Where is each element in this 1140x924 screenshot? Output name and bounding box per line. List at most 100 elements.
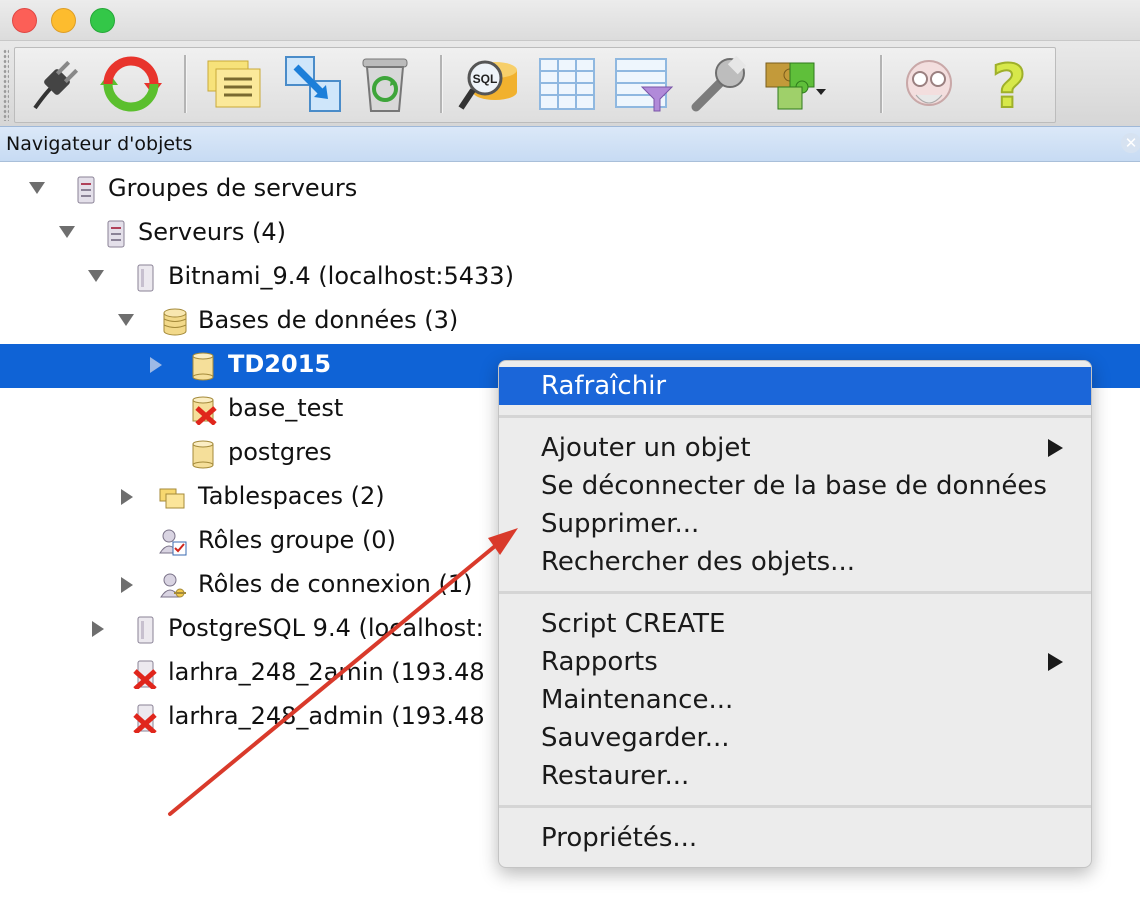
menu-separator xyxy=(499,591,1091,594)
menu-item-label: Sauvegarder... xyxy=(541,723,730,753)
collapse-arrow-icon[interactable] xyxy=(121,489,133,505)
server-disconnected-icon xyxy=(133,704,157,733)
menu-separator xyxy=(499,415,1091,418)
tree-item-label: Serveurs (4) xyxy=(138,218,287,246)
database-disconnected-icon xyxy=(192,396,217,425)
submenu-arrow-icon xyxy=(1048,653,1063,671)
properties-button[interactable] xyxy=(202,51,268,117)
minimize-window-button[interactable] xyxy=(51,8,76,33)
tree-item-label: postgres xyxy=(228,438,332,466)
help-icon: ? xyxy=(991,53,1028,115)
collapse-arrow-icon[interactable] xyxy=(150,357,162,373)
database-icon xyxy=(192,440,214,469)
toolbar: SQL ? xyxy=(0,40,1140,127)
tree-item-label: Rôles groupe (0) xyxy=(198,526,396,554)
collapse-arrow-icon[interactable] xyxy=(92,621,104,637)
menu-item-maintenance[interactable]: Maintenance... xyxy=(499,681,1091,719)
tree-item-label: base_test xyxy=(228,394,344,422)
menu-item-label: Script CREATE xyxy=(541,609,726,639)
refresh-button[interactable] xyxy=(98,51,164,117)
close-window-button[interactable] xyxy=(12,8,37,33)
tree-item-label: Bases de données (3) xyxy=(198,306,459,334)
connect-button[interactable] xyxy=(24,51,90,117)
plugins-icon xyxy=(765,62,826,110)
help-glyph: ? xyxy=(992,53,1027,115)
tree-item-label: Bitnami_9.4 (localhost:5433) xyxy=(168,262,514,290)
menu-item-label: Maintenance... xyxy=(541,685,734,715)
tablespaces-icon xyxy=(159,488,185,509)
toolbar-separator xyxy=(440,55,443,113)
tree-item-servers[interactable]: Serveurs (4) xyxy=(0,212,1140,256)
plugins-button[interactable] xyxy=(760,51,826,117)
menu-item-disconnect-database[interactable]: Se déconnecter de la base de données xyxy=(499,467,1091,505)
sql-icon-text: SQL xyxy=(473,72,498,86)
tips-icon xyxy=(906,60,952,106)
maintenance-icon xyxy=(691,55,747,112)
menu-item-restore[interactable]: Restaurer... xyxy=(499,757,1091,795)
expand-arrow-icon[interactable] xyxy=(29,182,45,194)
filtered-data-button[interactable] xyxy=(610,51,676,117)
toolbar-separator xyxy=(880,55,883,113)
server-group-icon xyxy=(107,220,125,248)
tree-item-label: Tablespaces (2) xyxy=(198,482,385,510)
sql-query-button[interactable]: SQL xyxy=(456,51,522,117)
tips-button[interactable] xyxy=(896,51,962,117)
menu-item-refresh[interactable]: Rafraîchir xyxy=(499,367,1091,405)
delete-button[interactable] xyxy=(352,51,418,117)
zoom-window-button[interactable] xyxy=(90,8,115,33)
view-data-button[interactable] xyxy=(534,51,600,117)
group-roles-icon xyxy=(159,529,187,556)
expand-arrow-icon[interactable] xyxy=(118,314,134,326)
tree-item-label: Groupes de serveurs xyxy=(108,174,358,202)
tree-item-label: PostgreSQL 9.4 (localhost: xyxy=(168,614,484,642)
create-object-icon xyxy=(285,56,341,112)
menu-item-search-objects[interactable]: Rechercher des objets... xyxy=(499,543,1091,581)
menu-item-label: Se déconnecter de la base de données xyxy=(541,471,1047,501)
filtered-data-icon xyxy=(615,58,674,112)
menu-item-label: Supprimer... xyxy=(541,509,700,539)
toolbar-grip[interactable] xyxy=(3,49,9,121)
sql-query-icon: SQL xyxy=(458,60,517,110)
server-disconnected-icon xyxy=(133,660,157,689)
toolbar-separator xyxy=(184,55,187,113)
menu-item-label: Ajouter un objet xyxy=(541,433,751,463)
tree-item-server-bitnami[interactable]: Bitnami_9.4 (localhost:5433) xyxy=(0,256,1140,300)
context-menu: Rafraîchir Ajouter un objet Se déconnect… xyxy=(498,360,1092,868)
close-panel-icon[interactable]: ✕ xyxy=(1121,133,1140,153)
connect-icon xyxy=(33,60,79,110)
menu-item-reports[interactable]: Rapports xyxy=(499,643,1091,681)
menu-item-delete[interactable]: Supprimer... xyxy=(499,505,1091,543)
menu-item-properties[interactable]: Propriétés... xyxy=(499,819,1091,857)
tree-item-label: TD2015 xyxy=(228,350,332,378)
menu-item-backup[interactable]: Sauvegarder... xyxy=(499,719,1091,757)
tree-item-databases[interactable]: Bases de données (3) xyxy=(0,300,1140,344)
submenu-arrow-icon xyxy=(1048,439,1063,457)
view-data-icon xyxy=(539,58,595,110)
maintenance-button[interactable] xyxy=(686,51,752,117)
tree-item-server-groups[interactable]: Groupes de serveurs xyxy=(0,168,1140,212)
menu-item-label: Rechercher des objets... xyxy=(541,547,855,577)
server-icon xyxy=(137,264,154,292)
window-title-bar xyxy=(0,0,1140,40)
collapse-arrow-icon[interactable] xyxy=(121,577,133,593)
expand-arrow-icon[interactable] xyxy=(88,270,104,282)
tree-item-label: larhra_248_2amin (193.48 xyxy=(168,658,485,686)
menu-item-label: Rapports xyxy=(541,647,658,677)
server-group-icon xyxy=(77,176,95,204)
refresh-icon xyxy=(100,56,162,112)
object-browser-header: Navigateur d'objets ✕ xyxy=(0,126,1140,162)
create-object-button[interactable] xyxy=(280,51,346,117)
menu-item-add-object[interactable]: Ajouter un objet xyxy=(499,429,1091,467)
menu-item-label: Rafraîchir xyxy=(541,371,667,401)
databases-icon xyxy=(163,308,187,336)
menu-item-script-create[interactable]: Script CREATE xyxy=(499,605,1091,643)
menu-item-label: Restaurer... xyxy=(541,761,690,791)
menu-item-label: Propriétés... xyxy=(541,823,698,853)
expand-arrow-icon[interactable] xyxy=(59,226,75,238)
delete-icon xyxy=(362,58,408,112)
panel-title: Navigateur d'objets xyxy=(6,133,193,155)
menu-separator xyxy=(499,805,1091,808)
database-icon xyxy=(192,352,214,381)
server-icon xyxy=(137,616,154,644)
help-button[interactable]: ? xyxy=(976,51,1042,117)
